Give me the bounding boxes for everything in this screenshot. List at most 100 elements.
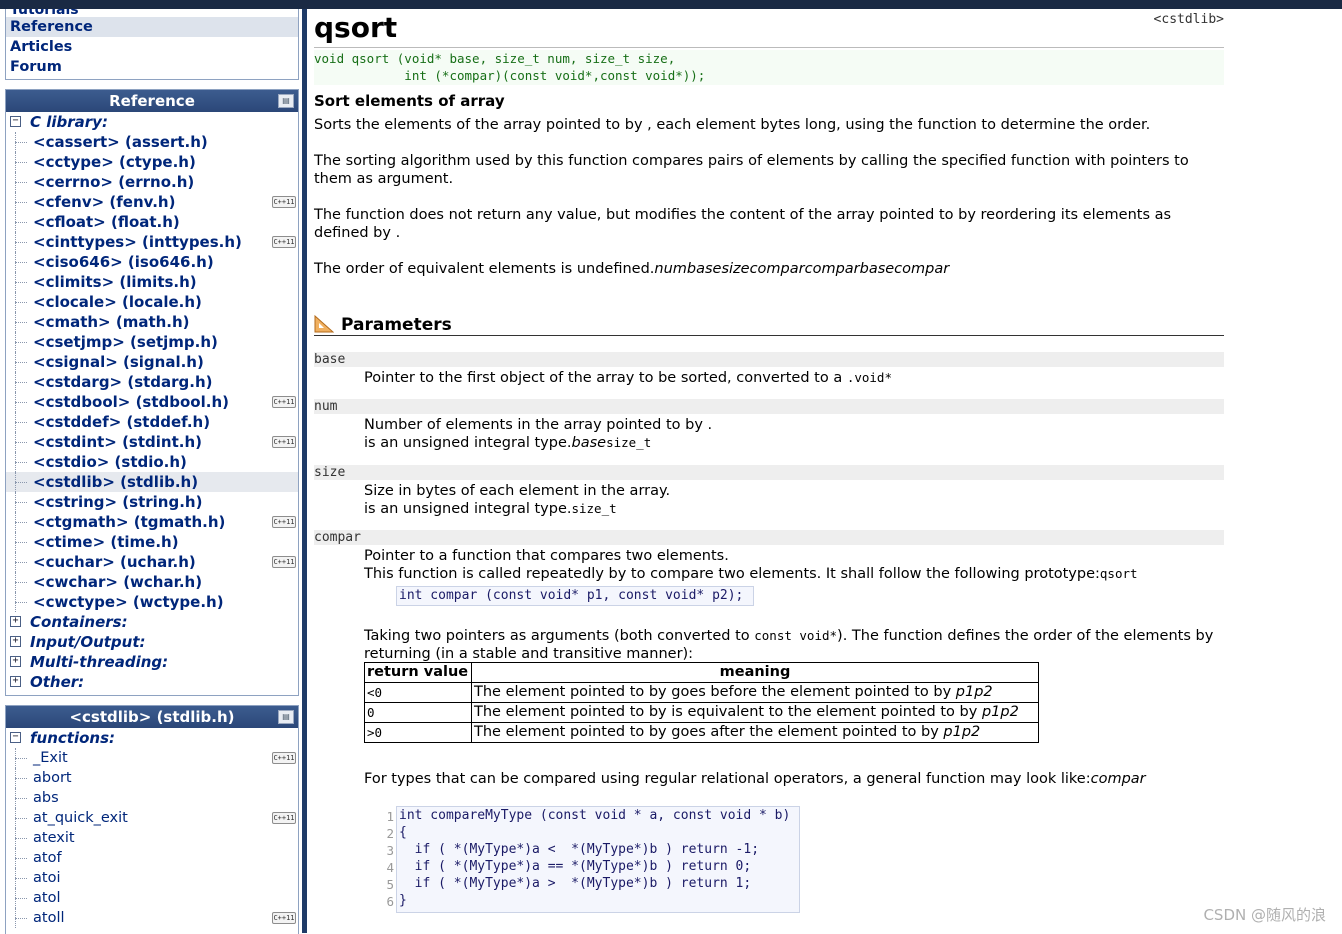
header-link[interactable]: <cstdlib> (stdlib.h) <box>33 472 198 492</box>
tree-item-header[interactable]: <clocale> (locale.h) <box>6 292 298 312</box>
tree-item-function[interactable]: atoi <box>6 868 298 888</box>
tree-item-header[interactable]: <cfloat> (float.h) <box>6 212 298 232</box>
tree-item-header[interactable]: <cstdlib> (stdlib.h) <box>6 472 298 492</box>
function-link[interactable]: abs <box>33 788 59 808</box>
sidebar-divider[interactable] <box>302 9 307 933</box>
tree-item-function[interactable]: abort <box>6 768 298 788</box>
header-link[interactable]: <cwchar> (wchar.h) <box>33 572 202 592</box>
header-link[interactable]: <cstdbool> (stdbool.h) <box>33 392 229 412</box>
tree-category[interactable]: + Containers: <box>6 612 298 632</box>
tree-category[interactable]: + Input/Output: <box>6 632 298 652</box>
link-tutorials[interactable]: Tutorials <box>6 9 298 17</box>
tree-item-header[interactable]: <cstdarg> (stdarg.h) <box>6 372 298 392</box>
function-link[interactable]: atol <box>33 888 60 908</box>
tree-item-header[interactable]: <ctgmath> (tgmath.h) C++11 <box>6 512 298 532</box>
header-tag-link[interactable]: <cstdlib> <box>1154 12 1224 27</box>
category-label[interactable]: C library: <box>30 112 108 132</box>
tree-category[interactable]: + Multi-threading: <box>6 652 298 672</box>
tree-item-header[interactable]: <ciso646> (iso646.h) <box>6 252 298 272</box>
link-forum[interactable]: Forum <box>6 57 298 77</box>
header-link[interactable]: <cfloat> (float.h) <box>33 212 180 232</box>
cpp11-badge-icon: C++11 <box>272 236 296 248</box>
category-label[interactable]: Input/Output: <box>30 632 146 652</box>
header-link[interactable]: <cmath> (math.h) <box>33 312 190 332</box>
header-link[interactable]: <cwctype> (wctype.h) <box>33 592 224 612</box>
category-label[interactable]: Multi-threading: <box>30 652 168 672</box>
header-link[interactable]: <climits> (limits.h) <box>33 272 197 292</box>
tree-item-function[interactable]: atoll C++11 <box>6 908 298 928</box>
tree-item-header[interactable]: <cstring> (string.h) <box>6 492 298 512</box>
tree-item-header[interactable]: <cstdbool> (stdbool.h) C++11 <box>6 392 298 412</box>
tree-item-header[interactable]: <cassert> (assert.h) <box>6 132 298 152</box>
header-link[interactable]: <cassert> (assert.h) <box>33 132 208 152</box>
function-link[interactable]: atoll <box>33 908 65 928</box>
line-number: 5 <box>386 877 394 892</box>
collapse-panel-icon[interactable]: ▤ <box>278 94 294 108</box>
tree-item-header[interactable]: <cwchar> (wchar.h) <box>6 572 298 592</box>
general-italic: compar <box>1090 771 1146 787</box>
category-label[interactable]: functions: <box>30 728 115 748</box>
tree-item-header[interactable]: <cfenv> (fenv.h) C++11 <box>6 192 298 212</box>
function-link[interactable]: atof <box>33 848 62 868</box>
tree-item-header[interactable]: <cuchar> (uchar.h) C++11 <box>6 552 298 572</box>
header-link[interactable]: <ctime> (time.h) <box>33 532 179 552</box>
function-link[interactable]: atexit <box>33 828 75 848</box>
tree-item-header[interactable]: <cstdint> (stdint.h) C++11 <box>6 432 298 452</box>
header-link[interactable]: <cuchar> (uchar.h) <box>33 552 196 572</box>
header-link[interactable]: <cstdarg> (stdarg.h) <box>33 372 213 392</box>
tree-item-header[interactable]: <cerrno> (errno.h) <box>6 172 298 192</box>
category-label[interactable]: Containers: <box>30 612 128 632</box>
cstdlib-panel-header: <cstdlib> (stdlib.h) ▤ <box>6 706 298 728</box>
header-link[interactable]: <csignal> (signal.h) <box>33 352 204 372</box>
tree-item-function[interactable]: _Exit C++11 <box>6 748 298 768</box>
expand-icon[interactable]: + <box>10 636 21 647</box>
expand-icon[interactable]: + <box>10 676 21 687</box>
header-link[interactable]: <ciso646> (iso646.h) <box>33 252 214 272</box>
reference-panel-title: Reference <box>109 92 195 110</box>
tree-item-header[interactable]: <cstdio> (stdio.h) <box>6 452 298 472</box>
tree-item-header[interactable]: <csignal> (signal.h) <box>6 352 298 372</box>
header-link[interactable]: <cerrno> (errno.h) <box>33 172 194 192</box>
header-link[interactable]: <cinttypes> (inttypes.h) <box>33 232 242 252</box>
header-link[interactable]: <cctype> (ctype.h) <box>33 152 196 172</box>
header-link[interactable]: <cstddef> (stddef.h) <box>33 412 210 432</box>
tree-item-function[interactable]: atexit <box>6 828 298 848</box>
category-label[interactable]: Other: <box>30 672 84 692</box>
collapse-panel-icon[interactable]: ▤ <box>278 710 294 724</box>
header-link[interactable]: <cfenv> (fenv.h) <box>33 192 175 212</box>
collapse-icon[interactable]: − <box>10 116 21 127</box>
tree-category[interactable]: + Other: <box>6 672 298 692</box>
header-link[interactable]: <csetjmp> (setjmp.h) <box>33 332 218 352</box>
compar-line2-text: This function is called repeatedly by to… <box>364 566 1100 582</box>
tree-item-header[interactable]: <cmath> (math.h) <box>6 312 298 332</box>
line-numbers: 1 2 3 4 5 6 <box>374 808 394 910</box>
tree-item-header[interactable]: <cstddef> (stddef.h) <box>6 412 298 432</box>
tree-item-function[interactable]: abs <box>6 788 298 808</box>
expand-icon[interactable]: + <box>10 656 21 667</box>
expand-icon[interactable]: + <box>10 616 21 627</box>
tree-item-header[interactable]: <ctime> (time.h) <box>6 532 298 552</box>
function-link[interactable]: at_quick_exit <box>33 808 128 828</box>
return-value-cell: 0 <box>364 702 472 723</box>
collapse-icon[interactable]: − <box>10 732 21 743</box>
link-articles[interactable]: Articles <box>6 37 298 57</box>
header-link[interactable]: <cstdio> (stdio.h) <box>33 452 187 472</box>
tree-item-function[interactable]: atol <box>6 888 298 908</box>
function-link[interactable]: _Exit <box>33 748 68 768</box>
tree-item-header[interactable]: <climits> (limits.h) <box>6 272 298 292</box>
link-reference[interactable]: Reference <box>6 17 298 37</box>
header-link[interactable]: <clocale> (locale.h) <box>33 292 202 312</box>
tree-item-header[interactable]: <cctype> (ctype.h) <box>6 152 298 172</box>
tree-item-function[interactable]: atof <box>6 848 298 868</box>
tree-item-header[interactable]: <csetjmp> (setjmp.h) <box>6 332 298 352</box>
compar-taking-text: Taking two pointers as arguments (both c… <box>364 627 1224 663</box>
tree-item-function[interactable]: at_quick_exit C++11 <box>6 808 298 828</box>
function-link[interactable]: abort <box>33 768 72 788</box>
header-link[interactable]: <cstring> (string.h) <box>33 492 202 512</box>
tree-connector <box>15 798 27 799</box>
header-link[interactable]: <ctgmath> (tgmath.h) <box>33 512 225 532</box>
function-link[interactable]: atoi <box>33 868 60 888</box>
tree-item-header[interactable]: <cwctype> (wctype.h) <box>6 592 298 612</box>
header-link[interactable]: <cstdint> (stdint.h) <box>33 432 202 452</box>
tree-item-header[interactable]: <cinttypes> (inttypes.h) C++11 <box>6 232 298 252</box>
